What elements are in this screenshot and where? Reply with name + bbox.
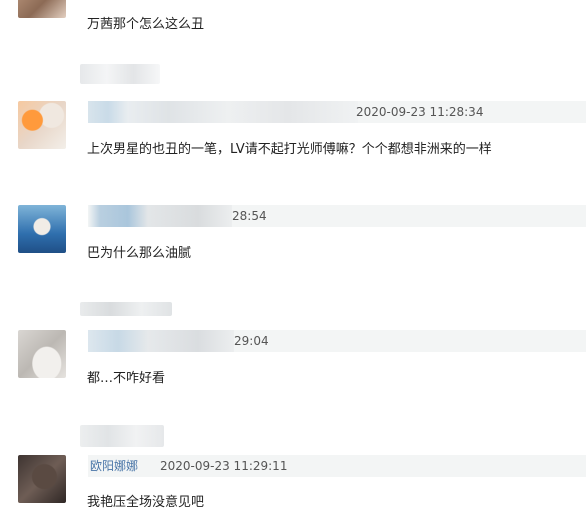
comment-timestamp: 28:54 [232,209,267,223]
blurred-name [80,425,164,447]
comment-text: 都…不咋好看 [87,371,166,386]
avatar[interactable] [18,0,66,18]
comment-meta-bar: 2020-09-23 11:28:34 [88,101,586,123]
comment-meta-bar: 29:04 [88,330,586,352]
blurred-username[interactable] [88,101,358,123]
comment-username[interactable]: 欧阳娜娜 [90,455,138,477]
comment-timestamp: 2020-09-23 11:29:11 [160,459,288,473]
comment-feed: 万茜那个怎么这么丑 2020-09-23 11:28:34 上次男星的也丑的一笔… [0,0,586,521]
comment-text: 巴为什么那么油腻 [87,246,192,261]
comment-text: 我艳压全场没意见吧 [87,495,205,510]
comment-timestamp: 29:04 [234,334,269,348]
comment-meta-bar: 28:54 [88,205,586,227]
blurred-name [80,302,172,316]
blurred-username[interactable] [88,205,232,227]
comment-timestamp: 2020-09-23 11:28:34 [356,105,484,119]
avatar[interactable] [18,205,66,253]
comment-text: 上次男星的也丑的一笔，LV请不起打光师傅嘛？个个都想非洲来的一样 [87,142,492,157]
comment-meta-bar: 欧阳娜娜 2020-09-23 11:29:11 [88,455,586,477]
avatar[interactable] [18,455,66,503]
blurred-username[interactable] [88,330,234,352]
avatar[interactable] [18,101,66,149]
comment-text: 万茜那个怎么这么丑 [87,17,205,32]
blurred-name [80,64,160,84]
avatar[interactable] [18,330,66,378]
